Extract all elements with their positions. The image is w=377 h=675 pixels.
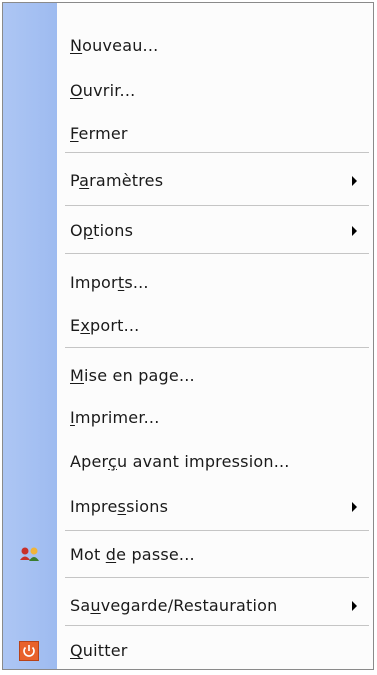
menu-item-label: Ouvrir... [70, 81, 136, 100]
menu-item-ouvrir[interactable]: Ouvrir... [3, 72, 373, 109]
submenu-arrow-icon [352, 175, 357, 186]
menu-item-impressions[interactable]: Impressions [3, 488, 373, 525]
users-icon [19, 545, 39, 565]
menu-separator [65, 152, 369, 153]
menu-separator [65, 577, 369, 578]
menu-separator [65, 205, 369, 206]
submenu-arrow-icon [352, 501, 357, 512]
menu-item-export[interactable]: Export... [3, 307, 373, 344]
menu-item-label: Paramètres [70, 171, 164, 190]
menu-item-label: Sauvegarde/Restauration [70, 596, 278, 615]
submenu-arrow-icon [352, 225, 357, 236]
menu-item-apercu[interactable]: Aperçu avant impression... [3, 443, 373, 480]
menu-item-fermer[interactable]: Fermer [3, 115, 373, 152]
menu-item-label: Options [70, 221, 134, 240]
menu-item-quitter[interactable]: Quitter [3, 632, 373, 669]
menu-item-label: Impressions [70, 497, 169, 516]
power-icon [19, 640, 39, 661]
menu-item-mise-en-page[interactable]: Mise en page... [3, 357, 373, 394]
menu-separator [65, 530, 369, 531]
menu-separator [65, 347, 369, 348]
menu-item-label: Export... [70, 316, 140, 335]
menu-item-label: Imports... [70, 273, 149, 292]
menu-item-imports[interactable]: Imports... [3, 264, 373, 301]
menu-item-label: Imprimer... [70, 408, 160, 427]
submenu-arrow-icon [352, 600, 357, 611]
menu-separator [65, 253, 369, 254]
menu-separator [65, 625, 369, 626]
file-menu: Nouveau... Ouvrir... Fermer Paramètres O… [2, 2, 374, 670]
menu-item-parametres[interactable]: Paramètres [3, 162, 373, 199]
menu-item-imprimer[interactable]: Imprimer... [3, 399, 373, 436]
menu-item-mot-de-passe[interactable]: Mot de passe... [3, 536, 373, 573]
menu-item-nouveau[interactable]: Nouveau... [3, 27, 373, 64]
menu-item-label: Aperçu avant impression... [70, 452, 290, 471]
menu-item-label: Quitter [70, 641, 128, 660]
menu-item-label: Mise en page... [70, 366, 195, 385]
menu-item-label: Fermer [70, 124, 128, 143]
menu-item-label: Nouveau... [70, 36, 159, 55]
menu-item-options[interactable]: Options [3, 212, 373, 249]
menu-item-label: Mot de passe... [70, 545, 195, 564]
menu-item-sauvegarde[interactable]: Sauvegarde/Restauration [3, 587, 373, 624]
